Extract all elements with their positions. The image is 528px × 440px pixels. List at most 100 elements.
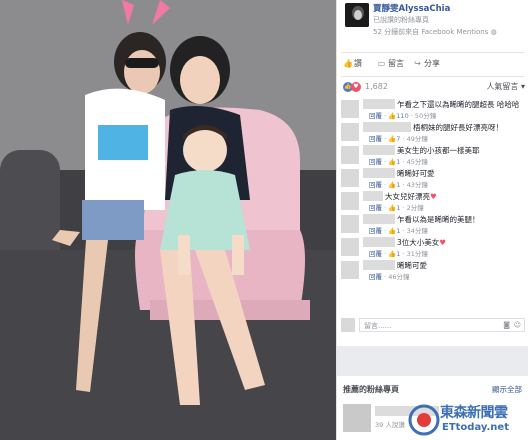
share-icon: ↪ xyxy=(414,59,421,68)
comment-meta: 回覆 · 👍1 · 45分鐘 xyxy=(369,158,428,166)
comment-like-count[interactable]: 👍1 xyxy=(388,227,400,235)
reply-link[interactable]: 回覆 xyxy=(369,204,382,212)
share-button[interactable]: ↪ 分享 xyxy=(413,58,440,69)
reply-link[interactable]: 回覆 xyxy=(369,273,382,281)
reply-link[interactable]: 回覆 xyxy=(369,135,382,143)
comment-meta: 回覆 · 👍1 · 43分鐘 xyxy=(369,181,428,189)
comment-meta: 回覆 · 46分鐘 xyxy=(369,273,410,281)
comment-like-count[interactable]: 👍1 xyxy=(388,250,400,258)
post-photo[interactable] xyxy=(0,0,336,440)
commenter-name[interactable] xyxy=(363,260,395,270)
share-label: 分享 xyxy=(424,59,440,68)
reply-link[interactable]: 回覆 xyxy=(369,181,382,189)
comment-text: 晞晞可愛 xyxy=(397,261,427,270)
comment-text-value: 3位大小美女 xyxy=(397,238,440,247)
comment-item: 美女生的小孩都一樣美耶 回覆 · 👍1 · 45分鐘 xyxy=(337,143,528,166)
comment-likes-value: 110 xyxy=(396,112,409,120)
like-label: 讚 xyxy=(354,59,362,68)
comment-text: 大女兒好漂亮♥ xyxy=(385,191,437,202)
watermark-chinese: 東森新聞雲 xyxy=(440,405,508,421)
commenter-name[interactable] xyxy=(363,237,395,247)
section-gap xyxy=(337,346,528,376)
commenter-avatar[interactable] xyxy=(341,215,359,233)
page-name-link[interactable]: 賈靜雯AlyssaChia xyxy=(373,2,450,14)
post-timestamp[interactable]: 52 分鐘前來自 Facebook Mentions ◍ xyxy=(373,27,497,37)
comment-likes-value: 7 xyxy=(396,135,401,143)
comment-placeholder: 留言...... xyxy=(364,322,392,330)
comment-likes-value: 1 xyxy=(396,158,401,166)
viewer-avatar xyxy=(341,318,355,332)
reply-link[interactable]: 回覆 xyxy=(369,112,382,120)
comment-likes-value: 1 xyxy=(396,204,401,212)
comment-time: 34分鐘 xyxy=(406,227,428,235)
divider xyxy=(341,52,524,53)
facebook-post-panel: 賈靜雯AlyssaChia 已說讚的粉絲專頁 52 分鐘前來自 Facebook… xyxy=(336,0,528,440)
chevron-down-icon: ▾ xyxy=(520,82,525,91)
comment-likes-value: 1 xyxy=(396,227,401,235)
commenter-avatar[interactable] xyxy=(341,169,359,187)
ettoday-watermark: 東森新聞雲 ETtoday.net xyxy=(404,400,528,440)
heart-emoji-icon: ♥ xyxy=(430,192,437,201)
emoji-icon[interactable]: ☺ xyxy=(514,321,521,329)
like-button[interactable]: 👍讚 xyxy=(343,58,362,69)
comment-time: 31分鐘 xyxy=(406,250,428,258)
heart-emoji-icon: ♥ xyxy=(439,238,447,247)
sort-label: 人氣留言 xyxy=(486,82,519,91)
comment-like-count[interactable]: 👍1 xyxy=(388,158,400,166)
love-reaction-icon: ♥ xyxy=(351,82,361,92)
commenter-name[interactable] xyxy=(363,122,411,132)
comment-item: 晞晞好可愛 回覆 · 👍1 · 43分鐘 xyxy=(337,166,528,189)
page-avatar[interactable] xyxy=(345,3,369,27)
commenter-avatar[interactable] xyxy=(341,123,359,141)
comment-likes-value: 1 xyxy=(396,250,401,258)
commenter-avatar[interactable] xyxy=(341,238,359,256)
camera-icon[interactable]: ◙ xyxy=(503,321,510,329)
avatar-image xyxy=(345,3,369,27)
commenter-avatar[interactable] xyxy=(341,100,359,118)
globe-icon: ◍ xyxy=(490,28,497,36)
comment-time: 45分鐘 xyxy=(406,158,428,166)
reply-link[interactable]: 回覆 xyxy=(369,250,382,258)
comment-like-count[interactable]: 👍110 xyxy=(388,112,409,120)
comment-sort-dropdown[interactable]: 人氣留言 ▾ xyxy=(486,81,525,92)
comment-input[interactable]: 留言...... ◙ ☺ xyxy=(359,318,525,332)
reply-link[interactable]: 回覆 xyxy=(369,227,382,235)
commenter-avatar[interactable] xyxy=(341,192,359,210)
recommended-page-avatar[interactable] xyxy=(343,404,371,432)
commenter-name[interactable] xyxy=(363,99,395,109)
comment-label: 留言 xyxy=(388,59,404,68)
comment-meta: 回覆 · 👍110 · 50分鐘 xyxy=(369,112,437,120)
reaction-count: 1,682 xyxy=(365,82,388,91)
commenter-name[interactable] xyxy=(363,145,395,155)
comment-text: 晞晞好可愛 xyxy=(397,169,435,178)
comment-text: 3位大小美女♥ xyxy=(397,237,446,248)
recommended-pages-title: 推薦的粉絲專頁 xyxy=(343,385,399,394)
commenter-name[interactable] xyxy=(363,214,395,224)
commenter-avatar[interactable] xyxy=(341,261,359,279)
comment-item: 3位大小美女♥ 回覆 · 👍1 · 31分鐘 xyxy=(337,235,528,258)
comment-like-count[interactable]: 👍1 xyxy=(388,181,400,189)
liked-page-label: 已說讚的粉絲專頁 xyxy=(373,16,429,24)
comment-like-count[interactable]: 👍7 xyxy=(388,135,400,143)
comment-composer: 留言...... ◙ ☺ xyxy=(341,318,525,332)
comment-text: 乍看以為是晞晞的美腿！ xyxy=(397,215,480,224)
comment-time: 50分鐘 xyxy=(414,112,437,120)
comment-meta: 回覆 · 👍1 · 34分鐘 xyxy=(369,227,428,235)
comment-time: 46分鐘 xyxy=(388,273,410,281)
see-all-link[interactable]: 顯示全部 xyxy=(492,384,522,395)
reaction-summary[interactable]: 👍 ♥ 1,682 人氣留言 ▾ xyxy=(337,80,528,94)
commenter-avatar[interactable] xyxy=(341,146,359,164)
comment-list: 乍看之下還以為晞晞的腿超長 哈哈哈 回覆 · 👍110 · 50分鐘 梧桐妹的腿… xyxy=(337,97,528,281)
comment-item: 梧桐妹的腿好長好漂亮呀！ 回覆 · 👍7 · 49分鐘 xyxy=(337,120,528,143)
comment-like-count[interactable]: 👍1 xyxy=(388,204,400,212)
reply-link[interactable]: 回覆 xyxy=(369,158,382,166)
commenter-name[interactable] xyxy=(363,168,395,178)
comment-icon: ▭ xyxy=(377,59,386,68)
divider xyxy=(341,76,524,77)
comment-button[interactable]: ▭ 留言 xyxy=(377,58,404,69)
comment-meta: 回覆 · 👍1 · 2分鐘 xyxy=(369,204,424,212)
commenter-name[interactable] xyxy=(363,191,383,201)
comment-text-value: 大女兒好漂亮 xyxy=(385,192,430,201)
watermark-english: ETtoday.net xyxy=(442,422,509,433)
comment-text: 梧桐妹的腿好長好漂亮呀！ xyxy=(413,123,503,132)
